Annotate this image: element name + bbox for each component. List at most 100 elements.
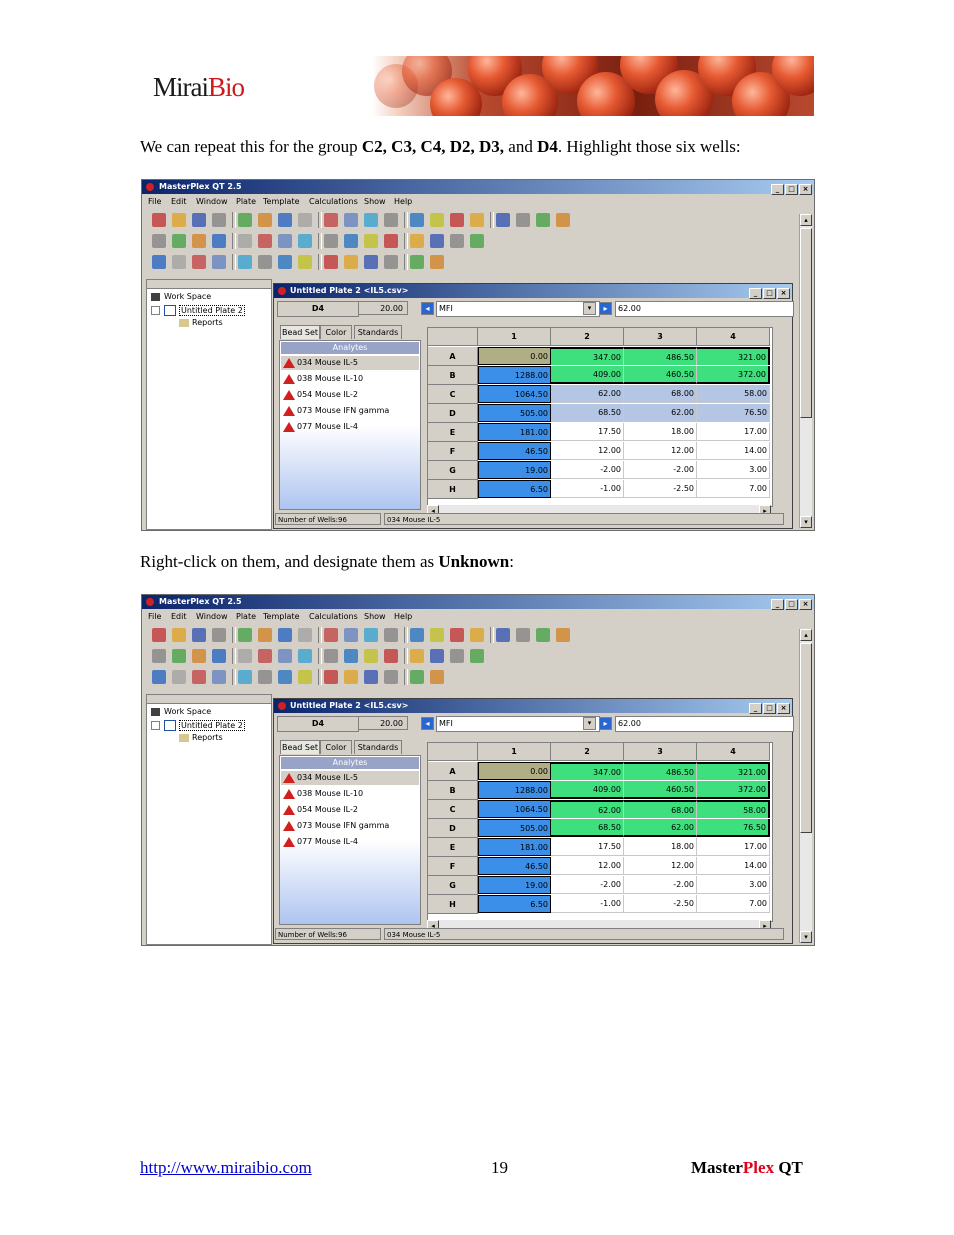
well-cell[interactable]: 17.50 [551, 838, 624, 856]
toolbar-button-icon[interactable] [410, 649, 424, 663]
tab-standards[interactable]: Standards [354, 325, 402, 339]
tree-plate[interactable]: Untitled Plate 2 [151, 305, 245, 316]
toolbar-button-icon[interactable] [364, 649, 378, 663]
toolbar-button-icon[interactable] [298, 255, 312, 269]
menu-edit[interactable]: Edit [171, 612, 187, 621]
next-arrow-icon[interactable]: ▸ [599, 717, 612, 730]
well-cell[interactable]: 58.00 [697, 385, 770, 403]
scroll-thumb[interactable] [800, 228, 812, 418]
toolbar-button-icon[interactable] [278, 255, 292, 269]
tree-workspace[interactable]: Work Space [151, 292, 211, 301]
toolbar-button-icon[interactable] [384, 234, 398, 248]
toolbar-button-icon[interactable] [364, 234, 378, 248]
toolbar-button-icon[interactable] [536, 213, 550, 227]
well-cell[interactable]: 62.00 [551, 385, 624, 403]
toolbar-button-icon[interactable] [258, 234, 272, 248]
toolbar-button-icon[interactable] [344, 649, 358, 663]
menu-help[interactable]: Help [394, 612, 412, 621]
well-cell[interactable]: -2.00 [624, 461, 697, 479]
analyte-item[interactable]: 073 Mouse IFN gamma [281, 819, 419, 833]
toolbar-button-icon[interactable] [152, 255, 166, 269]
toolbar-button-icon[interactable] [556, 628, 570, 642]
toolbar-button-icon[interactable] [212, 255, 226, 269]
analyte-item[interactable]: 054 Mouse IL-2 [281, 803, 419, 817]
toolbar-button-icon[interactable] [324, 670, 338, 684]
measure-value-field[interactable]: 62.00 [615, 716, 794, 732]
well-cell[interactable]: 460.50 [624, 781, 697, 799]
well-cell[interactable]: 14.00 [697, 442, 770, 460]
toolbar-button-icon[interactable] [364, 255, 378, 269]
toolbar-button-icon[interactable] [450, 234, 464, 248]
collapse-icon[interactable] [151, 721, 160, 730]
well-cell[interactable]: -2.00 [624, 876, 697, 894]
toolbar-button-icon[interactable] [152, 649, 166, 663]
well-cell[interactable]: 76.50 [697, 819, 770, 837]
analyte-item[interactable]: 038 Mouse IL-10 [281, 372, 419, 386]
toolbar-button-icon[interactable] [496, 628, 510, 642]
toolbar-button-icon[interactable] [172, 628, 186, 642]
toolbar-button-icon[interactable] [344, 255, 358, 269]
toolbar-button-icon[interactable] [238, 649, 252, 663]
well-cell[interactable]: 1064.50 [478, 385, 551, 403]
well-cell[interactable]: 12.00 [624, 857, 697, 875]
toolbar-button-icon[interactable] [212, 649, 226, 663]
tree-reports[interactable]: Reports [179, 733, 223, 742]
column-header[interactable]: 2 [551, 743, 624, 761]
tab-bead-set[interactable]: Bead Set [280, 740, 320, 754]
well-cell[interactable]: -2.50 [624, 480, 697, 498]
toolbar-button-icon[interactable] [192, 628, 206, 642]
row-header[interactable]: E [428, 838, 478, 857]
toolbar-button-icon[interactable] [278, 628, 292, 642]
well-cell[interactable]: -2.00 [551, 876, 624, 894]
menu-calculations[interactable]: Calculations [309, 197, 358, 206]
scroll-down-icon[interactable]: ▾ [800, 931, 812, 943]
well-cell[interactable]: 14.00 [697, 857, 770, 875]
well-cell[interactable]: 12.00 [551, 857, 624, 875]
toolbar-button-icon[interactable] [344, 234, 358, 248]
row-header[interactable]: H [428, 895, 478, 914]
toolbar-button-icon[interactable] [298, 234, 312, 248]
toolbar-button-icon[interactable] [470, 234, 484, 248]
toolbar-button-icon[interactable] [430, 234, 444, 248]
toolbar-button-icon[interactable] [212, 670, 226, 684]
toolbar-button-icon[interactable] [430, 649, 444, 663]
well-cell[interactable]: 58.00 [697, 800, 770, 818]
scroll-down-icon[interactable]: ▾ [800, 516, 812, 528]
toolbar-button-icon[interactable] [384, 628, 398, 642]
toolbar-button-icon[interactable] [212, 213, 226, 227]
well-cell[interactable]: 46.50 [478, 442, 551, 460]
toolbar-button-icon[interactable] [344, 213, 358, 227]
row-header[interactable]: H [428, 480, 478, 499]
well-cell[interactable]: 7.00 [697, 895, 770, 913]
menu-file[interactable]: File [148, 197, 161, 206]
chevron-down-icon[interactable]: ▾ [583, 717, 596, 730]
toolbar-button-icon[interactable] [152, 234, 166, 248]
toolbar-button-icon[interactable] [298, 649, 312, 663]
toolbar-button-icon[interactable] [238, 670, 252, 684]
row-header[interactable]: C [428, 800, 478, 819]
scroll-up-icon[interactable]: ▴ [800, 629, 812, 641]
vertical-scrollbar[interactable]: ▴ ▾ [799, 629, 812, 943]
analyte-item[interactable]: 077 Mouse IL-4 [281, 420, 419, 434]
footer-website-link[interactable]: http://www.miraibio.com [140, 1158, 312, 1178]
toolbar-button-icon[interactable] [324, 234, 338, 248]
well-cell[interactable]: 62.00 [624, 404, 697, 422]
child-close-button[interactable]: × [777, 703, 790, 714]
toolbar-button-icon[interactable] [344, 628, 358, 642]
menu-window[interactable]: Window [196, 197, 228, 206]
well-cell[interactable]: 321.00 [697, 347, 770, 365]
row-header[interactable]: F [428, 857, 478, 876]
tab-bead-set[interactable]: Bead Set [280, 325, 320, 339]
column-header[interactable]: 3 [624, 743, 697, 761]
well-cell[interactable]: 409.00 [551, 366, 624, 384]
well-cell[interactable]: 0.00 [478, 347, 551, 365]
toolbar-button-icon[interactable] [152, 628, 166, 642]
toolbar-button-icon[interactable] [238, 628, 252, 642]
well-cell[interactable]: 68.50 [551, 819, 624, 837]
well-cell[interactable]: 486.50 [624, 762, 697, 780]
analyte-item[interactable]: 038 Mouse IL-10 [281, 787, 419, 801]
toolbar-button-icon[interactable] [430, 670, 444, 684]
child-close-button[interactable]: × [777, 288, 790, 299]
toolbar-button-icon[interactable] [192, 670, 206, 684]
toolbar-button-icon[interactable] [410, 628, 424, 642]
